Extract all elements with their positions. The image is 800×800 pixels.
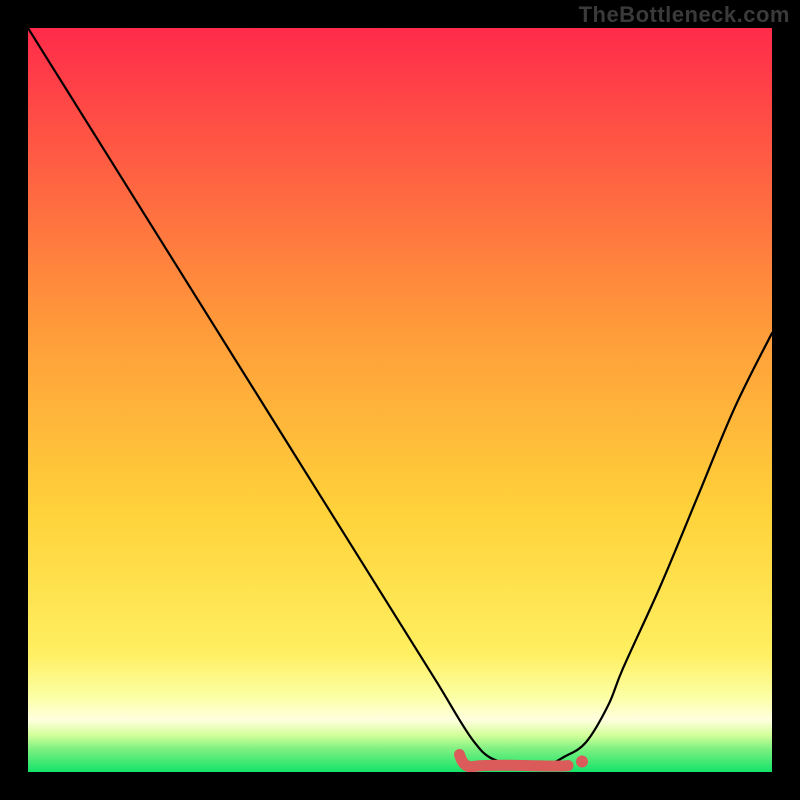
chart-svg [28,28,772,772]
watermark-text: TheBottleneck.com [579,2,790,28]
gradient-background [28,28,772,772]
chart-plot-area [28,28,772,772]
optimal-end-dot [576,756,588,768]
chart-frame: TheBottleneck.com [0,0,800,800]
